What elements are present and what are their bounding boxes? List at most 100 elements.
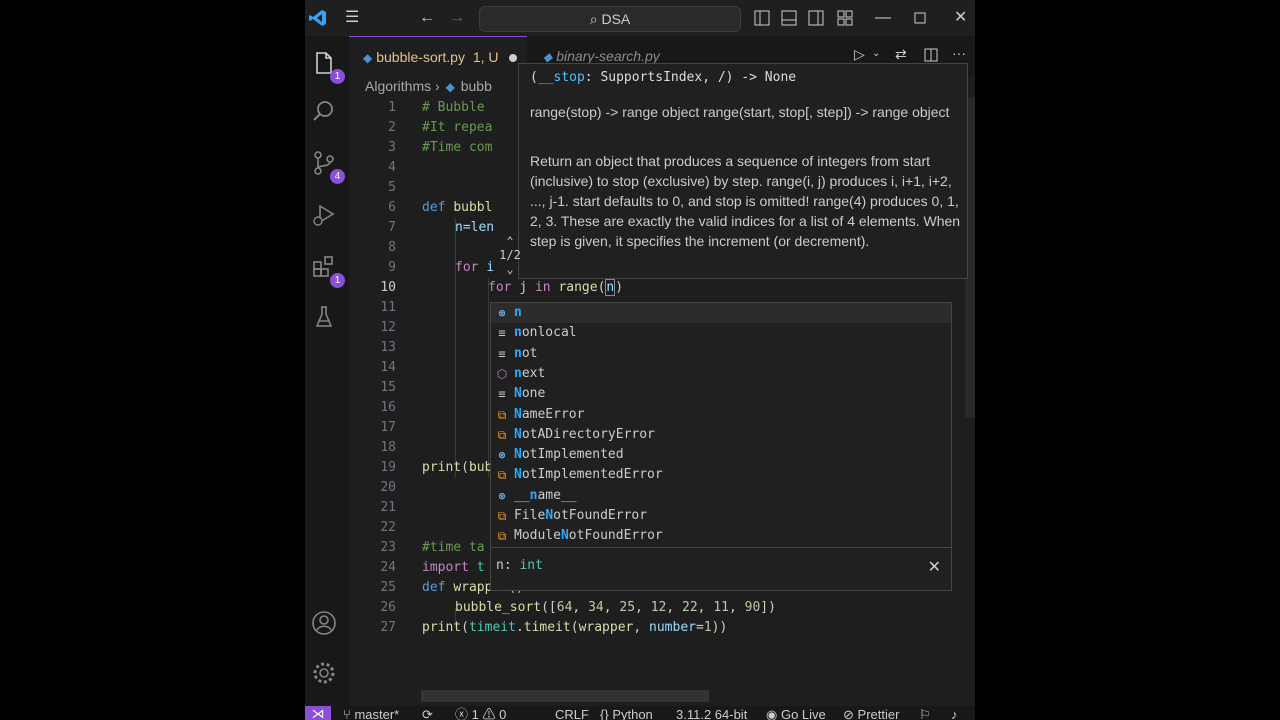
- line-number: 21: [380, 500, 396, 515]
- suggestion-item[interactable]: ⊛ n: [491, 303, 951, 323]
- suggestion-item[interactable]: ⧉ ModuleNotFoundError: [491, 526, 951, 546]
- remote-indicator-icon[interactable]: ⋊: [305, 706, 331, 720]
- testing-button[interactable]: [311, 304, 343, 336]
- breadcrumb-separator-icon: ›: [435, 78, 444, 94]
- more-actions-icon[interactable]: ···: [952, 45, 966, 61]
- scm-badge: 4: [330, 169, 345, 184]
- prettier-check-icon: ⊘: [843, 707, 854, 720]
- line-text: #time ta: [422, 540, 485, 555]
- line-text: bubble_sort([64, 34, 25, 12, 22, 11, 90]…: [455, 600, 776, 615]
- class-kind-icon: ⧉: [497, 468, 507, 483]
- status-bar: ⋊ ⑂ master* ⟳ ⓧ 1 ⚠ 0 CRLF {} Python 3.1…: [305, 706, 975, 720]
- language-status[interactable]: {} Python: [600, 707, 653, 720]
- code-line: 26 bubble_sort([64, 34, 25, 12, 22, 11, 9…: [349, 598, 975, 618]
- next-signature-icon[interactable]: ⌄: [496, 262, 524, 276]
- line-number: 25: [380, 580, 396, 595]
- suggestion-label: NotADirectoryError: [514, 426, 655, 442]
- extensions-button[interactable]: 1: [311, 254, 345, 288]
- run-dropdown-icon[interactable]: ⌄: [872, 48, 880, 59]
- suggestion-label: n: [514, 305, 522, 320]
- explorer-button[interactable]: 1: [311, 50, 345, 84]
- line-number: 5: [388, 180, 396, 195]
- suggestion-label: None: [514, 386, 546, 402]
- previous-signature-icon[interactable]: ⌃: [496, 234, 524, 248]
- line-number: 3: [388, 140, 396, 155]
- signature: (__stop: SupportsIndex, /) -> None: [530, 70, 797, 85]
- suggestion-item[interactable]: ⧉ NotImplementedError: [491, 465, 951, 485]
- run-file-icon[interactable]: ▷: [854, 46, 865, 63]
- hint-summary: range(stop) -> range object range(start,…: [530, 104, 950, 120]
- tab-bubble-sort[interactable]: ◆ bubble-sort.py 1, U: [349, 36, 527, 77]
- run-debug-button[interactable]: [311, 202, 343, 234]
- suggestion-label: not: [514, 345, 538, 361]
- error-icon: ⓧ: [455, 707, 469, 720]
- menu-icon[interactable]: ☰: [345, 8, 359, 28]
- line-number: 18: [380, 440, 396, 455]
- line-number: 1: [388, 100, 396, 115]
- braces-icon: {}: [600, 707, 609, 720]
- notifications-bell-icon[interactable]: ♪: [951, 707, 958, 720]
- go-live-button[interactable]: ◉ Go Live: [766, 707, 826, 720]
- manage-button[interactable]: [311, 660, 343, 692]
- horizontal-scrollbar[interactable]: [421, 690, 709, 702]
- activity-bar: 1 4 1: [305, 36, 349, 706]
- line-number: 13: [380, 340, 396, 355]
- signature-pager: ⌃ 1/2 ⌄: [496, 234, 524, 276]
- breadcrumb-folder[interactable]: Algorithms: [365, 78, 431, 94]
- feedback-icon[interactable]: ⚐: [919, 707, 931, 720]
- warning-icon: ⚠: [482, 707, 496, 720]
- branch-status[interactable]: ⑂ master*: [343, 707, 399, 720]
- source-control-button[interactable]: 4: [311, 150, 345, 184]
- line-text: #Time com: [422, 140, 493, 155]
- line-number: 12: [380, 320, 396, 335]
- problems-status[interactable]: ⓧ 1 ⚠ 0: [455, 707, 506, 720]
- suggestion-item[interactable]: ⬡ next: [491, 364, 951, 384]
- suggestion-item[interactable]: ≡ nonlocal: [491, 323, 951, 343]
- class-kind-icon: ⧉: [497, 529, 507, 544]
- python-file-icon: ◆: [543, 50, 553, 64]
- split-editor-icon[interactable]: [924, 48, 938, 62]
- vscode-window: ☰ ← → ⌕ DSA — ✕ 1 4 1 ◆ bubble-sort.py 1…: [305, 0, 975, 720]
- suggestion-item[interactable]: ⧉ NotADirectoryError: [491, 425, 951, 445]
- unsaved-dot-icon[interactable]: [508, 54, 517, 63]
- minimize-icon[interactable]: —: [875, 8, 891, 28]
- suggestion-label: NameError: [514, 406, 585, 422]
- tab-label: binary-search.py: [556, 48, 660, 64]
- interpreter-status[interactable]: 3.11.2 64-bit: [676, 707, 747, 720]
- branch-icon: ⑂: [343, 707, 351, 720]
- search-view-button[interactable]: [311, 98, 343, 130]
- compare-changes-icon[interactable]: ⇄: [895, 46, 907, 63]
- forward-arrow-icon[interactable]: →: [449, 8, 465, 28]
- prettier-status[interactable]: ⊘ Prettier: [843, 707, 899, 720]
- customize-layout-icon[interactable]: [837, 10, 853, 26]
- suggestion-item[interactable]: ⊛ NotImplemented: [491, 445, 951, 465]
- suggestion-item[interactable]: ≡ None: [491, 384, 951, 404]
- suggestion-item[interactable]: ⧉ NameError: [491, 405, 951, 425]
- detail-text: n: int: [496, 558, 543, 573]
- extensions-badge: 1: [330, 273, 345, 288]
- line-number: 16: [380, 400, 396, 415]
- class-kind-icon: ⧉: [497, 407, 507, 422]
- toggle-panel-icon[interactable]: [781, 10, 797, 26]
- eol-status[interactable]: CRLF: [555, 707, 589, 720]
- sync-icon[interactable]: ⟳: [422, 707, 433, 720]
- suggestion-item[interactable]: ≡ not: [491, 344, 951, 364]
- run-debug-icon: [313, 204, 335, 226]
- command-center-search[interactable]: ⌕ DSA: [479, 6, 741, 32]
- close-window-icon[interactable]: ✕: [954, 8, 967, 28]
- gear-icon: [313, 662, 335, 684]
- toggle-secondary-sidebar-icon[interactable]: [808, 10, 824, 26]
- close-details-icon[interactable]: ✕: [928, 557, 941, 577]
- breadcrumb-file[interactable]: bubb: [461, 78, 492, 94]
- line-text: def bubbl: [422, 200, 493, 215]
- line-number: 10: [380, 280, 396, 295]
- line-number: 9: [388, 260, 396, 275]
- accounts-button[interactable]: [311, 610, 343, 642]
- back-arrow-icon[interactable]: ←: [419, 8, 435, 28]
- suggestion-label: ModuleNotFoundError: [514, 528, 663, 544]
- toggle-primary-sidebar-icon[interactable]: [754, 10, 770, 26]
- signature-count: 1/2: [499, 248, 521, 262]
- suggestion-item[interactable]: ⊛ __name__: [491, 486, 951, 506]
- maximize-icon[interactable]: [914, 12, 926, 24]
- suggestion-item[interactable]: ⧉ FileNotFoundError: [491, 506, 951, 526]
